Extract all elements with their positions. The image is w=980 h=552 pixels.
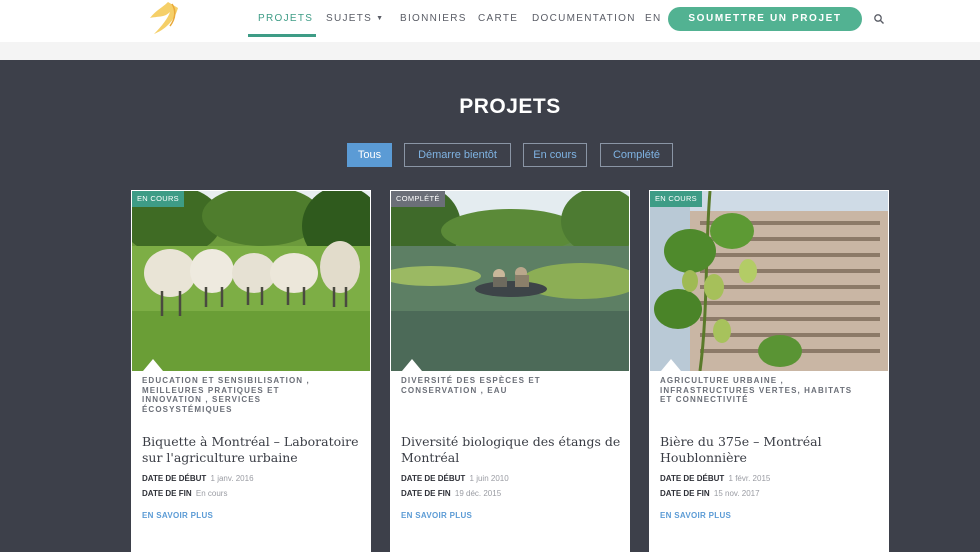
- sheep-on-grass-photo[interactable]: [132, 191, 370, 371]
- end-date-label: DATE DE FIN: [401, 489, 451, 498]
- pond-boat-photo[interactable]: [391, 191, 629, 371]
- start-date: DATE DE DÉBUT 1 févr. 2015: [660, 474, 770, 483]
- end-date: DATE DE FIN En cours: [142, 489, 227, 498]
- card-notch: [661, 359, 681, 371]
- nav-bionniers[interactable]: BIONNIERS: [400, 13, 467, 24]
- card-title[interactable]: Bière du 375e – Montréal Houblonnière: [660, 434, 880, 465]
- chevron-down-icon: ▼: [376, 15, 385, 22]
- status-badge: COMPLÉTÉ: [391, 191, 445, 207]
- project-card[interactable]: EN COURS AGRICULTURE URBAINE , INFRASTRU…: [649, 190, 889, 552]
- start-date-label: DATE DE DÉBUT: [660, 474, 725, 483]
- learn-more-link[interactable]: EN SAVOIR PLUS: [660, 511, 731, 520]
- card-notch: [402, 359, 422, 371]
- nav-sujets[interactable]: SUJETS ▼: [326, 13, 384, 24]
- active-nav-indicator: [248, 34, 316, 37]
- status-badge: EN COURS: [132, 191, 184, 207]
- submit-project-button[interactable]: SOUMETTRE UN PROJET: [668, 7, 862, 31]
- nav-documentation[interactable]: DOCUMENTATION: [532, 13, 636, 24]
- start-date-label: DATE DE DÉBUT: [142, 474, 207, 483]
- page-title: PROJETS: [459, 95, 561, 118]
- filter-complete[interactable]: Complété: [600, 143, 673, 167]
- start-date-value: 1 févr. 2015: [728, 474, 771, 483]
- header-spacer: [0, 42, 980, 60]
- filter-tous[interactable]: Tous: [347, 143, 392, 167]
- end-date-label: DATE DE FIN: [660, 489, 710, 498]
- search-icon[interactable]: [873, 13, 885, 25]
- start-date: DATE DE DÉBUT 1 janv. 2016: [142, 474, 254, 483]
- hops-and-building-photo[interactable]: [650, 191, 888, 371]
- card-tags[interactable]: EDUCATION ET SENSIBILISATION , MEILLEURE…: [142, 376, 342, 414]
- end-date-value: En cours: [195, 489, 228, 498]
- start-date-value: 1 juin 2010: [469, 474, 509, 483]
- start-date: DATE DE DÉBUT 1 juin 2010: [401, 474, 509, 483]
- learn-more-link[interactable]: EN SAVOIR PLUS: [142, 511, 213, 520]
- learn-more-link[interactable]: EN SAVOIR PLUS: [401, 511, 472, 520]
- project-card[interactable]: COMPLÉTÉ DIVERSITÉ DES ESPÈCES ET CONSER…: [390, 190, 630, 552]
- nav-projets[interactable]: PROJETS: [258, 13, 313, 24]
- language-switch[interactable]: EN: [645, 13, 662, 24]
- nav-carte[interactable]: CARTE: [478, 13, 518, 24]
- card-notch: [143, 359, 163, 371]
- end-date-label: DATE DE FIN: [142, 489, 192, 498]
- start-date-value: 1 janv. 2016: [210, 474, 254, 483]
- card-tags[interactable]: AGRICULTURE URBAINE , INFRASTRUCTURES VE…: [660, 376, 860, 405]
- card-title[interactable]: Biquette à Montréal – Laboratoire sur l'…: [142, 434, 362, 465]
- status-badge: EN COURS: [650, 191, 702, 207]
- nav-sujets-label: SUJETS: [326, 13, 373, 24]
- end-date-value: 19 déc. 2015: [454, 489, 502, 498]
- end-date-value: 15 nov. 2017: [713, 489, 760, 498]
- project-card[interactable]: EN COURS EDUCATION ET SENSIBILISATION , …: [131, 190, 371, 552]
- card-title[interactable]: Diversité biologique des étangs de Montr…: [401, 434, 621, 465]
- filter-demarre-bientot[interactable]: Démarre bientôt: [404, 143, 511, 167]
- logo-icon[interactable]: [140, 0, 190, 40]
- filter-en-cours[interactable]: En cours: [523, 143, 587, 167]
- card-tags[interactable]: DIVERSITÉ DES ESPÈCES ET CONSERVATION , …: [401, 376, 601, 395]
- end-date: DATE DE FIN 15 nov. 2017: [660, 489, 760, 498]
- start-date-label: DATE DE DÉBUT: [401, 474, 466, 483]
- end-date: DATE DE FIN 19 déc. 2015: [401, 489, 501, 498]
- site-header: PROJETS SUJETS ▼ BIONNIERS CARTE DOCUMENT…: [0, 0, 980, 42]
